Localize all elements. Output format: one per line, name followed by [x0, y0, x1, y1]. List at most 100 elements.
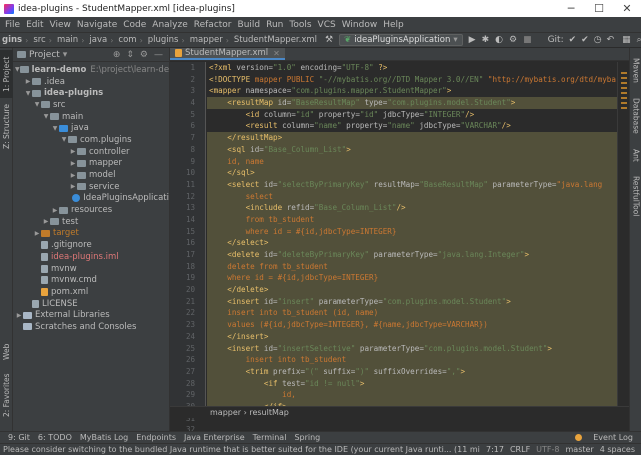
- editor-tab-studentmapper[interactable]: StudentMapper.xml ✕: [170, 48, 285, 60]
- tree-item[interactable]: mvnw: [13, 263, 169, 275]
- code-line[interactable]: <resultMap id="BaseResultMap" type="com.…: [207, 97, 617, 109]
- debug-icon[interactable]: ✱: [482, 35, 490, 45]
- code-line[interactable]: values (#{id,jdbcType=INTEGER}, #{name,j…: [207, 319, 617, 331]
- code-line[interactable]: <mapper namespace="com.plugins.mapper.St…: [207, 85, 617, 97]
- nav-crumb-file[interactable]: StudentMapper.xml: [234, 35, 317, 45]
- expand-closed-icon[interactable]: ▶: [69, 148, 77, 155]
- tree-item[interactable]: ▼ com.plugins: [13, 134, 169, 146]
- code-line[interactable]: where id = #{id,jdbcType=INTEGER}: [207, 272, 617, 285]
- git-history-icon[interactable]: ◷: [594, 35, 602, 45]
- git-branch[interactable]: master: [566, 445, 594, 454]
- tree-item[interactable]: ▼ src: [13, 99, 169, 111]
- tree-item[interactable]: LICENSE: [13, 298, 169, 310]
- file-encoding[interactable]: UTF-8: [536, 445, 559, 454]
- status-message[interactable]: Please consider switching to the bundled…: [0, 445, 480, 454]
- gear-icon[interactable]: ⚙: [140, 50, 148, 60]
- code-line[interactable]: insert into tb_student (id, name): [207, 307, 617, 320]
- code-line[interactable]: </delete>: [207, 284, 617, 296]
- code-line[interactable]: <insert id="insertSelective" parameterTy…: [207, 342, 617, 355]
- tree-item[interactable]: Scratches and Consoles: [13, 321, 169, 333]
- tree-item[interactable]: ▼ idea-plugins: [13, 87, 169, 99]
- scroll-marker[interactable]: [621, 87, 627, 89]
- expand-open-icon[interactable]: ▼: [51, 125, 59, 132]
- menu-refactor[interactable]: Refactor: [191, 20, 235, 30]
- code-line[interactable]: from tb_student: [207, 213, 617, 226]
- scroll-marker[interactable]: [621, 107, 627, 109]
- run-icon[interactable]: ▶: [469, 35, 476, 45]
- code-line[interactable]: <select id="selectByPrimaryKey" resultMa…: [207, 178, 617, 191]
- nav-crumb-main[interactable]: main: [57, 35, 78, 45]
- tree-item[interactable]: ▶ model: [13, 169, 169, 181]
- collapse-all-icon[interactable]: ⇕: [126, 50, 134, 60]
- expand-open-icon[interactable]: ▼: [60, 136, 68, 143]
- code-line[interactable]: <if test="id != null">: [207, 377, 617, 390]
- tree-item[interactable]: pom.xml: [13, 286, 169, 298]
- nav-crumb-project[interactable]: gins: [0, 35, 22, 45]
- nav-crumb-plugins[interactable]: plugins: [148, 35, 179, 45]
- menu-edit[interactable]: Edit: [23, 20, 46, 30]
- expand-closed-icon[interactable]: ▶: [69, 172, 77, 179]
- tool-tab-structure[interactable]: Z: Structure: [0, 100, 13, 154]
- line-separator[interactable]: CRLF: [510, 445, 530, 454]
- tree-item[interactable]: IdeaPluginsApplicati: [13, 193, 169, 205]
- tool-todo[interactable]: 6: TODO: [38, 433, 72, 442]
- code-line[interactable]: <include refid="Base_Column_List"/>: [207, 202, 617, 214]
- code-line[interactable]: </insert>: [207, 330, 617, 343]
- expand-closed-icon[interactable]: ▶: [42, 218, 50, 225]
- expand-closed-icon[interactable]: ▶: [15, 312, 23, 319]
- code-text-area[interactable]: <?xml version="1.0" encoding="UTF-8" ?> <…: [207, 62, 617, 406]
- editor-scrollbar[interactable]: [617, 62, 629, 406]
- tree-item[interactable]: ▶ External Libraries: [13, 309, 169, 321]
- code-line[interactable]: <insert id="insert" parameterType="com.p…: [207, 295, 617, 308]
- tool-mybatis-log[interactable]: MyBatis Log: [80, 433, 128, 442]
- tool-tab-favorites[interactable]: 2: Favorites: [0, 368, 13, 422]
- code-line[interactable]: delete from tb_student: [207, 260, 617, 273]
- code-line[interactable]: </sql>: [207, 167, 617, 179]
- menu-view[interactable]: View: [47, 20, 74, 30]
- menu-help[interactable]: Help: [380, 20, 407, 30]
- tool-terminal[interactable]: Terminal: [253, 433, 287, 442]
- nav-crumb-java[interactable]: java: [89, 35, 107, 45]
- profile-icon[interactable]: ⚙: [509, 35, 517, 45]
- code-line[interactable]: id,: [207, 389, 617, 401]
- menu-analyze[interactable]: Analyze: [149, 20, 190, 30]
- scroll-marker[interactable]: [621, 92, 627, 94]
- expand-closed-icon[interactable]: ▶: [51, 207, 59, 214]
- expand-closed-icon[interactable]: ▶: [33, 230, 41, 237]
- menu-file[interactable]: File: [2, 20, 23, 30]
- tool-spring[interactable]: Spring: [294, 433, 320, 442]
- editor-breadcrumb[interactable]: mapper › resultMap: [170, 406, 629, 418]
- code-line[interactable]: <trim prefix="(" suffix=")" suffixOverri…: [207, 365, 617, 378]
- tool-tab-ant[interactable]: Ant: [630, 144, 641, 166]
- tree-item[interactable]: ▶ test: [13, 216, 169, 228]
- run-configuration-select[interactable]: ❦ ideaPluginsApplication ▾: [339, 34, 463, 46]
- tree-item[interactable]: ▼ java: [13, 122, 169, 134]
- code-line[interactable]: </select>: [207, 237, 617, 249]
- tree-item[interactable]: ▶ target: [13, 228, 169, 240]
- code-line[interactable]: <sql id="Base_Column_List">: [207, 143, 617, 156]
- git-rollback-icon[interactable]: ↶: [607, 35, 615, 45]
- code-line[interactable]: <?xml version="1.0" encoding="UTF-8" ?>: [207, 62, 617, 74]
- menu-build[interactable]: Build: [235, 20, 264, 30]
- nav-crumb-mapper[interactable]: mapper: [190, 35, 223, 45]
- code-line[interactable]: </resultMap>: [207, 132, 617, 144]
- coverage-icon[interactable]: ◐: [495, 35, 503, 45]
- tree-item[interactable]: .gitignore: [13, 239, 169, 251]
- close-button[interactable]: ✕: [613, 2, 641, 15]
- scroll-marker[interactable]: [621, 102, 627, 104]
- code-line[interactable]: id, name: [207, 155, 617, 168]
- tree-item[interactable]: mvnw.cmd: [13, 274, 169, 286]
- menu-window[interactable]: Window: [339, 20, 381, 30]
- expand-open-icon[interactable]: ▼: [24, 90, 32, 97]
- code-line[interactable]: <delete id="deleteByPrimaryKey" paramete…: [207, 249, 617, 261]
- code-line[interactable]: <!DOCTYPE mapper PUBLIC "-//mybatis.org/…: [207, 74, 617, 86]
- code-line[interactable]: <id column="id" property="id" jdbcType="…: [207, 109, 617, 121]
- menu-code[interactable]: Code: [120, 20, 149, 30]
- tool-java-enterprise[interactable]: Java Enterprise: [184, 433, 245, 442]
- hide-icon[interactable]: —: [154, 50, 163, 60]
- nav-crumb-src[interactable]: src: [33, 35, 45, 45]
- tool-tab-maven[interactable]: Maven: [630, 52, 641, 88]
- git-commit-icon[interactable]: ✔: [581, 35, 589, 45]
- code-line[interactable]: select: [207, 190, 617, 203]
- tool-endpoints[interactable]: Endpoints: [136, 433, 176, 442]
